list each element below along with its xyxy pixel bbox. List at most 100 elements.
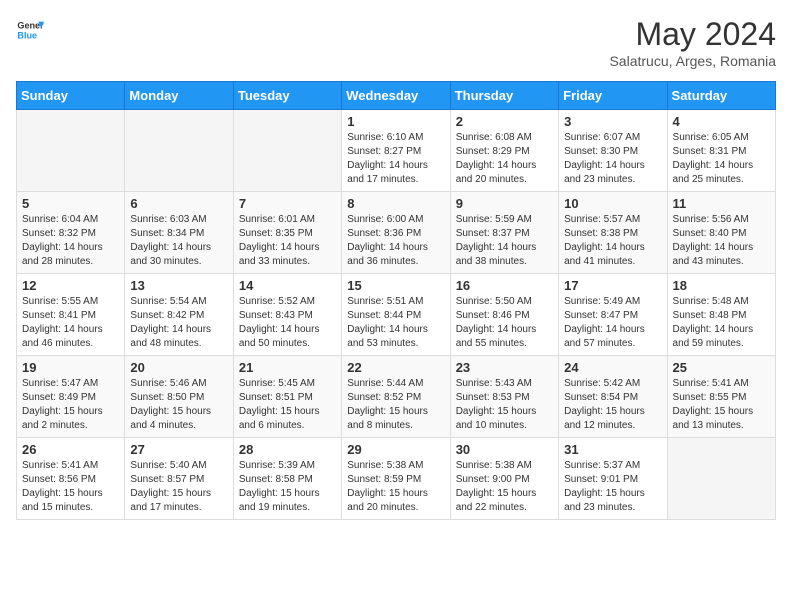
- calendar-cell: 26 Sunrise: 5:41 AM Sunset: 8:56 PM Dayli…: [17, 438, 125, 520]
- weekday-header-saturday: Saturday: [667, 82, 775, 110]
- day-info: Sunrise: 5:51 AM Sunset: 8:44 PM Dayligh…: [347, 295, 444, 351]
- day-number: 31: [564, 442, 661, 457]
- day-info: Sunrise: 6:05 AM Sunset: 8:31 PM Dayligh…: [673, 131, 770, 187]
- calendar-cell: 18Sunrise: 5:48 AM Sunset: 8:48 PM Dayli…: [667, 274, 775, 356]
- calendar-cell: 21 Sunrise: 5:45 AM Sunset: 8:51 PM Dayli…: [233, 356, 341, 438]
- day-number: 5: [22, 196, 119, 211]
- calendar-week-row: 1 Sunrise: 6:10 AM Sunset: 8:27 PM Daylig…: [17, 110, 776, 192]
- day-number: 18: [673, 278, 770, 293]
- day-number: 9: [456, 196, 553, 211]
- calendar-cell: 13 Sunrise: 5:54 AM Sunset: 8:42 PM Dayli…: [125, 274, 233, 356]
- calendar-cell: 11Sunrise: 5:56 AM Sunset: 8:40 PM Dayli…: [667, 192, 775, 274]
- day-info: Sunrise: 5:43 AM Sunset: 8:53 PM Dayligh…: [456, 377, 553, 433]
- day-number: 23: [456, 360, 553, 375]
- day-info: Sunrise: 5:56 AM Sunset: 8:40 PM Dayligh…: [673, 213, 770, 269]
- calendar-week-row: 12 Sunrise: 5:55 AM Sunset: 8:41 PM Dayli…: [17, 274, 776, 356]
- day-number: 8: [347, 196, 444, 211]
- calendar-cell: [125, 110, 233, 192]
- calendar-cell: 16 Sunrise: 5:50 AM Sunset: 8:46 PM Dayli…: [450, 274, 558, 356]
- logo-icon: General Blue: [16, 16, 44, 44]
- day-number: 6: [130, 196, 227, 211]
- calendar-cell: 6 Sunrise: 6:03 AM Sunset: 8:34 PM Daylig…: [125, 192, 233, 274]
- calendar-cell: 27 Sunrise: 5:40 AM Sunset: 8:57 PM Dayli…: [125, 438, 233, 520]
- day-number: 16: [456, 278, 553, 293]
- day-number: 1: [347, 114, 444, 129]
- calendar-cell: 29 Sunrise: 5:38 AM Sunset: 8:59 PM Dayli…: [342, 438, 450, 520]
- svg-text:Blue: Blue: [17, 30, 37, 40]
- weekday-header-tuesday: Tuesday: [233, 82, 341, 110]
- day-number: 13: [130, 278, 227, 293]
- day-number: 20: [130, 360, 227, 375]
- calendar-cell: 23 Sunrise: 5:43 AM Sunset: 8:53 PM Dayli…: [450, 356, 558, 438]
- day-info: Sunrise: 5:39 AM Sunset: 8:58 PM Dayligh…: [239, 459, 336, 515]
- calendar-cell: 2Sunrise: 6:08 AM Sunset: 8:29 PM Daylig…: [450, 110, 558, 192]
- calendar-cell: 25 Sunrise: 5:41 AM Sunset: 8:55 PM Dayli…: [667, 356, 775, 438]
- calendar-week-row: 26 Sunrise: 5:41 AM Sunset: 8:56 PM Dayli…: [17, 438, 776, 520]
- day-number: 10: [564, 196, 661, 211]
- day-info: Sunrise: 5:41 AM Sunset: 8:55 PM Dayligh…: [673, 377, 770, 433]
- calendar-cell: 17 Sunrise: 5:49 AM Sunset: 8:47 PM Dayli…: [559, 274, 667, 356]
- day-number: 17: [564, 278, 661, 293]
- day-info: Sunrise: 5:42 AM Sunset: 8:54 PM Dayligh…: [564, 377, 661, 433]
- calendar-cell: 30Sunrise: 5:38 AM Sunset: 9:00 PM Dayli…: [450, 438, 558, 520]
- day-number: 19: [22, 360, 119, 375]
- day-number: 21: [239, 360, 336, 375]
- day-info: Sunrise: 5:44 AM Sunset: 8:52 PM Dayligh…: [347, 377, 444, 433]
- calendar-cell: 28 Sunrise: 5:39 AM Sunset: 8:58 PM Dayli…: [233, 438, 341, 520]
- day-number: 28: [239, 442, 336, 457]
- calendar-cell: 22Sunrise: 5:44 AM Sunset: 8:52 PM Dayli…: [342, 356, 450, 438]
- day-info: Sunrise: 5:40 AM Sunset: 8:57 PM Dayligh…: [130, 459, 227, 515]
- day-number: 3: [564, 114, 661, 129]
- weekday-header-sunday: Sunday: [17, 82, 125, 110]
- day-info: Sunrise: 6:04 AM Sunset: 8:32 PM Dayligh…: [22, 213, 119, 269]
- day-info: Sunrise: 6:01 AM Sunset: 8:35 PM Dayligh…: [239, 213, 336, 269]
- title-block: May 2024 Salatrucu, Arges, Romania: [609, 16, 776, 69]
- day-number: 12: [22, 278, 119, 293]
- day-info: Sunrise: 6:03 AM Sunset: 8:34 PM Dayligh…: [130, 213, 227, 269]
- day-info: Sunrise: 5:57 AM Sunset: 8:38 PM Dayligh…: [564, 213, 661, 269]
- calendar-cell: 19 Sunrise: 5:47 AM Sunset: 8:49 PM Dayli…: [17, 356, 125, 438]
- calendar-cell: 14Sunrise: 5:52 AM Sunset: 8:43 PM Dayli…: [233, 274, 341, 356]
- day-number: 25: [673, 360, 770, 375]
- calendar-cell: 24Sunrise: 5:42 AM Sunset: 8:54 PM Dayli…: [559, 356, 667, 438]
- calendar-cell: 12 Sunrise: 5:55 AM Sunset: 8:41 PM Dayli…: [17, 274, 125, 356]
- day-number: 7: [239, 196, 336, 211]
- day-number: 27: [130, 442, 227, 457]
- day-info: Sunrise: 6:00 AM Sunset: 8:36 PM Dayligh…: [347, 213, 444, 269]
- day-info: Sunrise: 6:07 AM Sunset: 8:30 PM Dayligh…: [564, 131, 661, 187]
- day-number: 29: [347, 442, 444, 457]
- day-info: Sunrise: 5:47 AM Sunset: 8:49 PM Dayligh…: [22, 377, 119, 433]
- weekday-header-friday: Friday: [559, 82, 667, 110]
- calendar-cell: 31Sunrise: 5:37 AM Sunset: 9:01 PM Dayli…: [559, 438, 667, 520]
- calendar-cell: 5 Sunrise: 6:04 AM Sunset: 8:32 PM Daylig…: [17, 192, 125, 274]
- day-number: 26: [22, 442, 119, 457]
- day-info: Sunrise: 5:41 AM Sunset: 8:56 PM Dayligh…: [22, 459, 119, 515]
- day-info: Sunrise: 5:55 AM Sunset: 8:41 PM Dayligh…: [22, 295, 119, 351]
- month-year-title: May 2024: [609, 16, 776, 53]
- day-info: Sunrise: 6:08 AM Sunset: 8:29 PM Dayligh…: [456, 131, 553, 187]
- calendar-cell: 4Sunrise: 6:05 AM Sunset: 8:31 PM Daylig…: [667, 110, 775, 192]
- day-number: 30: [456, 442, 553, 457]
- calendar-cell: 20 Sunrise: 5:46 AM Sunset: 8:50 PM Dayli…: [125, 356, 233, 438]
- calendar-cell: 7 Sunrise: 6:01 AM Sunset: 8:35 PM Daylig…: [233, 192, 341, 274]
- calendar-cell: 1 Sunrise: 6:10 AM Sunset: 8:27 PM Daylig…: [342, 110, 450, 192]
- calendar-cell: 10 Sunrise: 5:57 AM Sunset: 8:38 PM Dayli…: [559, 192, 667, 274]
- day-info: Sunrise: 5:38 AM Sunset: 8:59 PM Dayligh…: [347, 459, 444, 515]
- weekday-header-wednesday: Wednesday: [342, 82, 450, 110]
- day-info: Sunrise: 5:45 AM Sunset: 8:51 PM Dayligh…: [239, 377, 336, 433]
- calendar-cell: 8 Sunrise: 6:00 AM Sunset: 8:36 PM Daylig…: [342, 192, 450, 274]
- day-info: Sunrise: 5:49 AM Sunset: 8:47 PM Dayligh…: [564, 295, 661, 351]
- calendar-week-row: 19 Sunrise: 5:47 AM Sunset: 8:49 PM Dayli…: [17, 356, 776, 438]
- weekday-header-row: SundayMondayTuesdayWednesdayThursdayFrid…: [17, 82, 776, 110]
- day-info: Sunrise: 5:50 AM Sunset: 8:46 PM Dayligh…: [456, 295, 553, 351]
- location-subtitle: Salatrucu, Arges, Romania: [609, 53, 776, 69]
- calendar-cell: [233, 110, 341, 192]
- day-info: Sunrise: 5:54 AM Sunset: 8:42 PM Dayligh…: [130, 295, 227, 351]
- calendar-table: SundayMondayTuesdayWednesdayThursdayFrid…: [16, 81, 776, 520]
- logo: General Blue: [16, 16, 44, 44]
- calendar-cell: 3 Sunrise: 6:07 AM Sunset: 8:30 PM Daylig…: [559, 110, 667, 192]
- day-info: Sunrise: 6:10 AM Sunset: 8:27 PM Dayligh…: [347, 131, 444, 187]
- calendar-cell: [17, 110, 125, 192]
- calendar-week-row: 5 Sunrise: 6:04 AM Sunset: 8:32 PM Daylig…: [17, 192, 776, 274]
- day-info: Sunrise: 5:46 AM Sunset: 8:50 PM Dayligh…: [130, 377, 227, 433]
